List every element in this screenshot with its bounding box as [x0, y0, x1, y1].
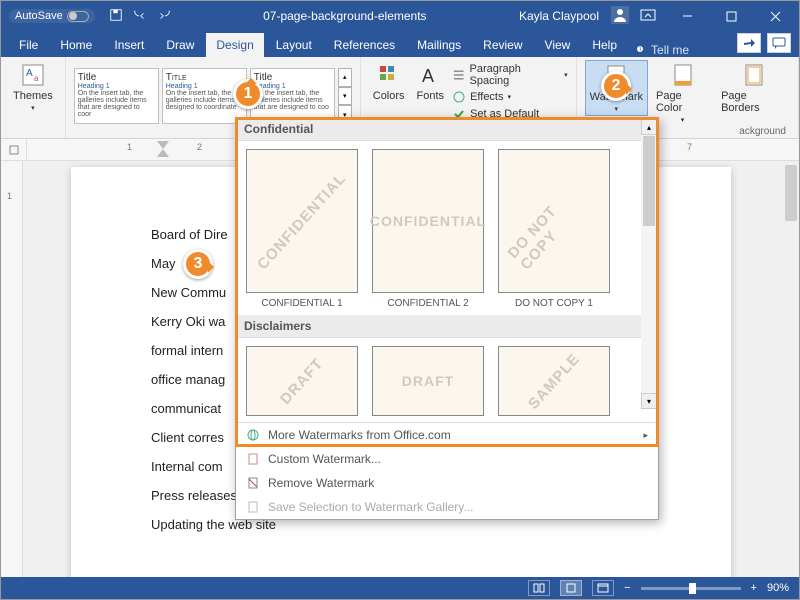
read-mode-icon[interactable]: [528, 580, 550, 596]
zoom-level[interactable]: 90%: [767, 582, 789, 594]
callout-1: 1: [233, 79, 263, 109]
close-button[interactable]: [755, 1, 795, 31]
remove-watermark-menu[interactable]: Remove Watermark: [236, 471, 658, 495]
watermark-category: Disclaimers: [236, 315, 658, 338]
tab-home[interactable]: Home: [50, 33, 102, 57]
ribbon-tabs: File Home Insert Draw Design Layout Refe…: [1, 31, 799, 57]
zoom-slider[interactable]: [641, 587, 741, 590]
web-layout-icon[interactable]: [592, 580, 614, 596]
tab-view[interactable]: View: [535, 33, 581, 57]
themes-button[interactable]: Aa Themes▾: [9, 60, 57, 114]
custom-watermark-menu[interactable]: Custom Watermark...: [236, 447, 658, 471]
page-color-button[interactable]: Page Color▾: [652, 60, 713, 126]
ribbon-options-icon[interactable]: [639, 8, 657, 25]
watermark-gallery-dropdown: Confidential CONFIDENTIAL CONFIDENTIAL 1…: [235, 117, 659, 520]
document-formatting-gallery[interactable]: TitleHeading 1On the insert tab, the gal…: [74, 68, 352, 124]
watermark-option-do-not-copy-1[interactable]: DO NOT COPY DO NOT COPY 1: [498, 149, 610, 309]
effects-button[interactable]: Effects▾: [452, 89, 568, 105]
gallery-down-icon[interactable]: ▾: [338, 87, 352, 106]
watermark-option-confidential-1[interactable]: CONFIDENTIAL CONFIDENTIAL 1: [246, 149, 358, 309]
svg-text:a: a: [34, 74, 39, 83]
tab-review[interactable]: Review: [473, 33, 532, 57]
callout-3: 3: [183, 249, 213, 279]
tab-references[interactable]: References: [324, 33, 405, 57]
tab-insert[interactable]: Insert: [104, 33, 154, 57]
tab-file[interactable]: File: [9, 33, 48, 57]
svg-text:A: A: [26, 68, 33, 79]
title-bar: AutoSave 07-page-background-elements Kay…: [1, 1, 799, 31]
zoom-out-icon[interactable]: −: [624, 582, 630, 594]
maximize-button[interactable]: [711, 1, 751, 31]
minimize-button[interactable]: [667, 1, 707, 31]
tab-help[interactable]: Help: [582, 33, 627, 57]
save-icon: [246, 500, 260, 514]
save-watermark-menu: Save Selection to Watermark Gallery...: [236, 495, 658, 519]
globe-icon: [246, 428, 260, 442]
tell-me-search[interactable]: Tell me: [635, 43, 689, 57]
fonts-button[interactable]: AFonts: [413, 60, 449, 104]
share-button[interactable]: [737, 33, 761, 53]
tab-layout[interactable]: Layout: [266, 33, 322, 57]
comments-button[interactable]: [767, 33, 791, 53]
autosave-toggle[interactable]: AutoSave: [9, 9, 95, 23]
user-avatar-icon[interactable]: [611, 6, 629, 27]
watermark-option-sample-1[interactable]: SAMPLE: [498, 346, 610, 416]
watermark-category: Confidential: [236, 118, 658, 141]
zoom-in-icon[interactable]: +: [751, 582, 757, 594]
status-bar: − + 90%: [1, 577, 799, 599]
vertical-ruler[interactable]: 1: [1, 161, 23, 577]
undo-icon[interactable]: [133, 8, 147, 25]
page-borders-button[interactable]: Page Borders: [717, 60, 790, 116]
print-layout-icon[interactable]: [560, 580, 582, 596]
remove-icon: [246, 476, 260, 490]
user-name[interactable]: Kayla Claypool: [519, 9, 599, 23]
watermark-option-draft-1[interactable]: DRAFT: [246, 346, 358, 416]
document-title: 07-page-background-elements: [171, 9, 519, 23]
tab-draw[interactable]: Draw: [156, 33, 204, 57]
colors-button[interactable]: Colors: [369, 60, 409, 104]
more-watermarks-menu[interactable]: More Watermarks from Office.com▸: [236, 423, 658, 447]
gallery-scrollbar[interactable]: ▴ ▾: [641, 119, 657, 409]
paragraph-spacing-button[interactable]: Paragraph Spacing▾: [452, 62, 568, 88]
save-icon[interactable]: [109, 8, 123, 25]
gallery-up-icon[interactable]: ▴: [338, 68, 352, 87]
watermark-option-draft-2[interactable]: DRAFT: [372, 346, 484, 416]
vertical-scrollbar[interactable]: [783, 161, 799, 577]
watermark-option-confidential-2[interactable]: CONFIDENTIAL CONFIDENTIAL 2: [372, 149, 484, 309]
svg-text:A: A: [422, 66, 434, 86]
callout-2: 2: [601, 71, 631, 101]
tab-mailings[interactable]: Mailings: [407, 33, 471, 57]
redo-icon[interactable]: [157, 8, 171, 25]
page-icon: [246, 452, 260, 466]
tab-design[interactable]: Design: [206, 33, 263, 57]
